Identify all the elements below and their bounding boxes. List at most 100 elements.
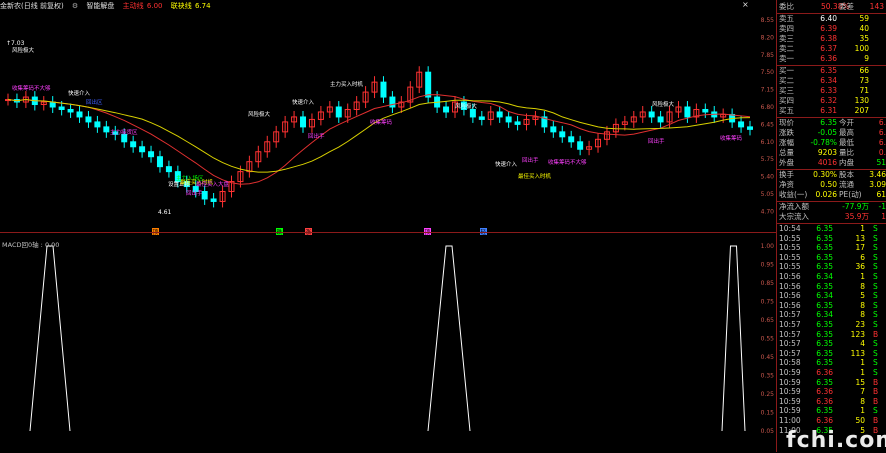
tick-price: 6.35 (816, 358, 833, 368)
tick-volume: 15 (855, 377, 865, 387)
candle-body (58, 106, 65, 110)
stat-value: 0.026 (815, 190, 837, 199)
ask-label: 卖二 (779, 44, 794, 53)
macd-axis-label: 0.35 (761, 373, 775, 380)
stat-label: 最低 (839, 138, 854, 147)
tick-volume: 1 (860, 272, 865, 281)
chart-annotation: 主力买入时机 (330, 80, 364, 88)
tick-row: 10:54 6.35 1 S (777, 224, 886, 234)
bid-row: 买二 6.34 73 (777, 76, 886, 86)
ask-row: 卖三 6.38 35 (777, 34, 886, 44)
bid-price: 6.34 (820, 76, 837, 85)
stat-label: 现价 (779, 118, 794, 127)
candle-body (165, 166, 172, 173)
bid-volume: 66 (859, 66, 869, 75)
watermark-logo: fchi.com (786, 428, 886, 453)
bid-label: 买五 (779, 106, 794, 115)
tick-side: S (873, 252, 878, 262)
tick-price: 6.35 (816, 243, 833, 253)
tick-volume: 13 (855, 233, 865, 243)
indicator-name[interactable]: 智能解盘 (86, 2, 114, 10)
stat-value: 6. (878, 118, 886, 127)
chart-annotation: 回出手 (308, 132, 325, 140)
candle-body (148, 151, 155, 158)
candle-body (139, 146, 146, 153)
stat-value: 4016 (817, 158, 837, 167)
stat2-row: 收益(一) 0.026 PE(动) 61 (777, 190, 886, 200)
stat-label: 净资 (779, 180, 794, 189)
candle-body (505, 116, 512, 123)
ask-row: 卖二 6.37 100 (777, 44, 886, 54)
candle-body (49, 101, 56, 108)
tick-volume: 17 (855, 243, 865, 253)
tick-row: 10:57 6.35 4 S (777, 339, 886, 349)
candle-body (94, 121, 101, 128)
candle-body (550, 126, 557, 133)
ma-line-red (7, 94, 751, 185)
macd-axis-label: 0.85 (761, 280, 775, 287)
chart-annotation: 最佳买入大盘 (196, 180, 230, 188)
tick-volume: 8 (860, 281, 865, 291)
bid-volume: 73 (859, 76, 869, 85)
weicha-label: 委差 (839, 2, 854, 11)
tick-side: S (873, 233, 878, 243)
macd-spike (29, 245, 71, 432)
macd-axis-label: 0.15 (761, 410, 775, 417)
tick-volume: 8 (860, 310, 865, 320)
tick-row: 10:56 6.35 8 S (777, 282, 886, 292)
chart-annotation: 回出手 (522, 156, 539, 164)
chart-annotation: 主力接货区 (110, 128, 138, 136)
tick-price: 6.34 (816, 310, 833, 320)
chart-annotation: 回出区 (86, 98, 103, 106)
tick-row: 10:56 6.35 8 S (777, 301, 886, 311)
candle-body (210, 198, 217, 202)
tick-row: 10:59 6.36 7 B (777, 387, 886, 397)
stat-value: 51 (876, 158, 886, 167)
close-icon[interactable]: × (742, 1, 750, 9)
tick-time: 10:57 (779, 348, 801, 358)
bid-row: 买三 6.33 71 (777, 86, 886, 96)
tick-side: B (873, 377, 879, 387)
ask-volume: 59 (859, 14, 869, 23)
bid-volume: 71 (859, 86, 869, 95)
price-axis-label: 7.15 (761, 87, 775, 94)
macd-axis-label: 0.55 (761, 336, 775, 343)
flow-value: -1 (878, 202, 886, 211)
tick-time: 11:00 (779, 416, 801, 425)
chart-annotation: 最佳买入时机 (518, 172, 552, 180)
tick-time: 10:59 (779, 377, 801, 387)
stock-name[interactable]: 金新农(日线 前复权) (0, 2, 64, 10)
macd-spike (721, 245, 746, 432)
tick-side: B (873, 387, 879, 397)
tick-side: B (873, 396, 879, 406)
tick-price: 6.36 (816, 396, 833, 406)
ask-price: 6.36 (820, 54, 837, 63)
tick-price: 6.36 (816, 416, 833, 425)
tick-side: S (873, 406, 878, 416)
tick-row: 10:55 6.35 13 S (777, 234, 886, 244)
tick-volume: 4 (860, 339, 865, 349)
tick-side: S (873, 300, 878, 310)
macd-label: MACD回0轴 : 0.00 (2, 241, 60, 249)
stat2-row: 净资 0.50 流通 3.09 (777, 180, 886, 190)
tick-row: 10:59 6.35 15 B (777, 378, 886, 388)
price-axis-label: 5.05 (761, 191, 775, 198)
flow-value: 1 (881, 212, 886, 221)
bid-row: 买一 6.35 66 (777, 66, 886, 76)
candle-body (478, 116, 485, 120)
tick-time: 10:57 (779, 320, 801, 329)
price-axis-label: 5.40 (761, 174, 775, 181)
settings-icon[interactable]: ⚙ (72, 2, 78, 10)
bid-price: 6.31 (820, 106, 837, 115)
stat-row: 涨跌 -0.05 最高 6. (777, 128, 886, 138)
stat-row: 外盘 4016 内盘 51 (777, 158, 886, 168)
candle-body (335, 106, 342, 118)
kline-chart[interactable]: 8.55 8.20 7.85 7.50 7.15 6.80 6.45 6.10 5.75 5.40… (0, 0, 774, 452)
tick-volume: 1 (860, 368, 865, 377)
tick-side: B (873, 416, 879, 425)
tick-side: S (873, 348, 878, 358)
tick-side: S (873, 320, 878, 329)
tick-volume: 1 (860, 224, 865, 233)
macd-axis-label: 0.95 (761, 262, 775, 269)
chart-annotation: 收集筹码不大够 (12, 84, 51, 92)
